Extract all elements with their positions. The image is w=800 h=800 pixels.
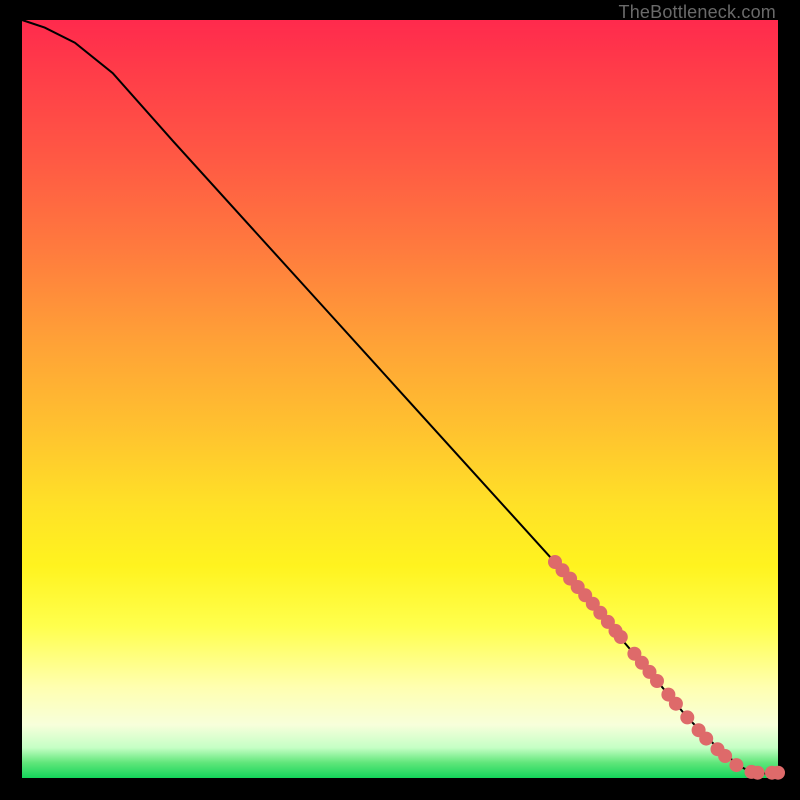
data-marker bbox=[680, 710, 694, 724]
plot-area bbox=[22, 20, 778, 778]
chart-frame: TheBottleneck.com bbox=[0, 0, 800, 800]
data-marker bbox=[751, 766, 765, 780]
data-marker bbox=[771, 766, 785, 780]
data-marker bbox=[729, 758, 743, 772]
data-marker bbox=[669, 697, 683, 711]
bottleneck-curve bbox=[22, 20, 778, 774]
marker-group bbox=[548, 555, 785, 780]
data-marker bbox=[699, 732, 713, 746]
data-marker bbox=[650, 674, 664, 688]
chart-overlay bbox=[22, 20, 778, 778]
data-marker bbox=[718, 749, 732, 763]
data-marker bbox=[614, 630, 628, 644]
